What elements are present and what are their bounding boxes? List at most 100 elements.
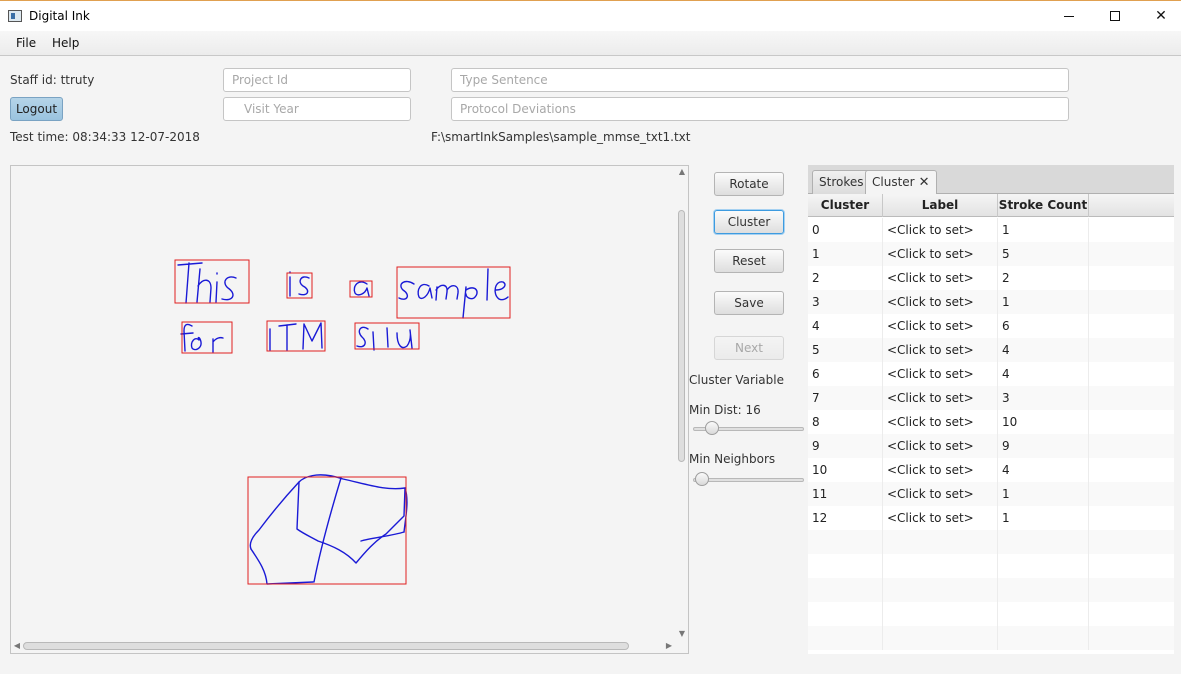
label-cell[interactable]: <Click to set> [883, 386, 998, 410]
scroll-down-icon[interactable]: ▼ [676, 628, 688, 640]
slider-track [693, 478, 804, 482]
minimize-button[interactable] [1046, 1, 1092, 31]
cluster-variable-label: Cluster Variable [689, 373, 784, 387]
column-header-cluster[interactable]: Cluster [808, 194, 883, 217]
minimize-icon [1064, 15, 1074, 17]
horizontal-scroll-thumb[interactable] [23, 642, 629, 650]
ink-canvas[interactable] [10, 165, 689, 654]
cluster-cell: 3 [808, 290, 883, 314]
table-row[interactable]: 8 <Click to set> 10 [808, 410, 1174, 434]
scroll-up-icon[interactable]: ▲ [676, 166, 688, 178]
window-title: Digital Ink [29, 9, 90, 23]
label-cell[interactable]: <Click to set> [883, 458, 998, 482]
close-tab-icon[interactable]: ✕ [919, 175, 930, 190]
scroll-left-icon[interactable]: ◀ [11, 639, 23, 653]
min-neighbors-slider[interactable] [693, 472, 804, 488]
table-row[interactable]: 6 <Click to set> 4 [808, 362, 1174, 386]
cluster-cell: 1 [808, 242, 883, 266]
table-row[interactable]: 2 <Click to set> 2 [808, 266, 1174, 290]
empty-table-row [808, 530, 1174, 554]
ink-strokes [177, 262, 509, 585]
stroke-count-cell: 1 [998, 506, 1089, 530]
cluster-cell: 5 [808, 338, 883, 362]
maximize-button[interactable] [1092, 1, 1138, 31]
label-cell [883, 530, 998, 554]
empty-cell [1089, 242, 1174, 266]
cluster-table: Cluster Label Stroke Count 0 <Click to se… [808, 194, 1174, 654]
label-cell[interactable]: <Click to set> [883, 482, 998, 506]
menu-file[interactable]: File [16, 36, 36, 50]
empty-cell [1089, 362, 1174, 386]
cluster-boxes [174, 259, 511, 585]
canvas-horizontal-scrollbar[interactable]: ◀ ▶ [11, 639, 676, 653]
empty-cell [1089, 554, 1174, 578]
stroke-count-cell: 6 [998, 314, 1089, 338]
slider-knob[interactable] [705, 421, 719, 435]
cluster-button[interactable]: Cluster [714, 210, 784, 234]
table-row[interactable]: 5 <Click to set> 4 [808, 338, 1174, 362]
save-button[interactable]: Save [714, 291, 784, 315]
close-window-button[interactable]: ✕ [1138, 1, 1181, 31]
empty-cell [1089, 434, 1174, 458]
table-row[interactable]: 11 <Click to set> 1 [808, 482, 1174, 506]
reset-button[interactable]: Reset [714, 249, 784, 273]
table-row[interactable]: 3 <Click to set> 1 [808, 290, 1174, 314]
visit-year-input[interactable] [223, 97, 411, 121]
table-row[interactable]: 0 <Click to set> 1 [808, 218, 1174, 242]
stroke-count-cell [998, 578, 1089, 602]
table-row[interactable]: 4 <Click to set> 6 [808, 314, 1174, 338]
vertical-scroll-thumb[interactable] [678, 210, 685, 462]
project-id-input[interactable] [223, 68, 411, 92]
app-icon [8, 10, 22, 22]
table-row[interactable]: 7 <Click to set> 3 [808, 386, 1174, 410]
column-header-stroke-count[interactable]: Stroke Count [998, 194, 1089, 217]
empty-cell [1089, 602, 1174, 626]
label-cell[interactable]: <Click to set> [883, 410, 998, 434]
stroke-count-cell [998, 626, 1089, 650]
label-cell[interactable]: <Click to set> [883, 314, 998, 338]
cluster-cell: 4 [808, 314, 883, 338]
label-cell [883, 554, 998, 578]
table-row[interactable]: 12 <Click to set> 1 [808, 506, 1174, 530]
empty-table-row [808, 602, 1174, 626]
table-row[interactable]: 9 <Click to set> 9 [808, 434, 1174, 458]
table-row[interactable]: 10 <Click to set> 4 [808, 458, 1174, 482]
label-cell[interactable]: <Click to set> [883, 218, 998, 242]
tab-cluster[interactable]: Cluster ✕ [865, 170, 937, 195]
empty-cell [1089, 386, 1174, 410]
tab-cluster-label: Cluster [872, 175, 915, 189]
empty-cell [1089, 578, 1174, 602]
test-time-label: Test time: 08:34:33 12-07-2018 [10, 130, 200, 144]
label-cell[interactable]: <Click to set> [883, 362, 998, 386]
label-cell[interactable]: <Click to set> [883, 506, 998, 530]
stroke-count-cell: 4 [998, 458, 1089, 482]
stroke-count-cell: 9 [998, 434, 1089, 458]
label-cell[interactable]: <Click to set> [883, 290, 998, 314]
type-sentence-input[interactable] [451, 68, 1069, 92]
cluster-cell: 0 [808, 218, 883, 242]
cluster-cell: 8 [808, 410, 883, 434]
scroll-right-icon[interactable]: ▶ [663, 639, 675, 653]
empty-table-row [808, 626, 1174, 650]
label-cell[interactable]: <Click to set> [883, 338, 998, 362]
protocol-deviations-input[interactable] [451, 97, 1069, 121]
tab-strokes[interactable]: Strokes [812, 170, 871, 194]
min-dist-slider[interactable] [693, 421, 804, 437]
slider-knob[interactable] [695, 472, 709, 486]
column-header-label[interactable]: Label [883, 194, 998, 217]
menu-help[interactable]: Help [52, 36, 79, 50]
rotate-button[interactable]: Rotate [714, 172, 784, 196]
label-cell[interactable]: <Click to set> [883, 242, 998, 266]
logout-button[interactable]: Logout [10, 97, 63, 121]
cluster-cell: 9 [808, 434, 883, 458]
staff-id-label: Staff id: ttruty [10, 73, 95, 87]
table-row[interactable]: 1 <Click to set> 5 [808, 242, 1174, 266]
close-icon: ✕ [1155, 8, 1167, 24]
cluster-cell: 10 [808, 458, 883, 482]
next-button[interactable]: Next [714, 336, 784, 360]
label-cell[interactable]: <Click to set> [883, 434, 998, 458]
label-cell[interactable]: <Click to set> [883, 266, 998, 290]
stroke-count-cell: 5 [998, 242, 1089, 266]
empty-cell [1089, 314, 1174, 338]
canvas-vertical-scrollbar[interactable]: ▲ ▼ [676, 166, 688, 640]
